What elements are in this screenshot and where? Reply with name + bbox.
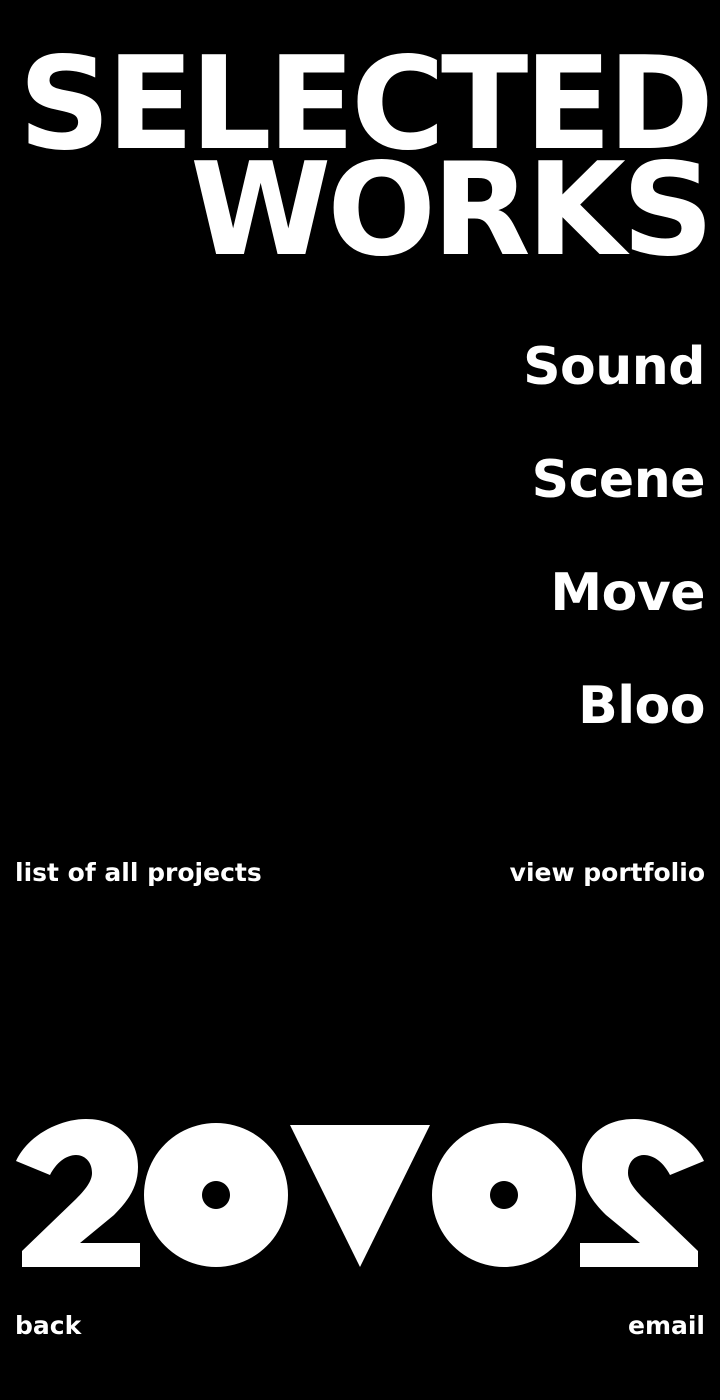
project-link-bloo[interactable]: Bloo (523, 675, 705, 788)
project-link-move[interactable]: Move (523, 562, 705, 675)
logo-icon (16, 1119, 704, 1267)
project-list: Sound Scene Move Bloo (523, 336, 705, 788)
view-portfolio-link[interactable]: view portfolio (510, 858, 705, 888)
email-link[interactable]: email (628, 1311, 705, 1341)
page-title: SELECTED WORKS (18, 41, 714, 275)
logo-glyph-2-right (580, 1119, 704, 1267)
logo-glyph-2-left (16, 1119, 140, 1267)
logo-glyph-o-left (143, 1123, 288, 1267)
logo-glyph-v (290, 1125, 430, 1267)
back-link[interactable]: back (15, 1311, 81, 1341)
all-projects-link[interactable]: list of all projects (15, 858, 262, 888)
project-link-scene[interactable]: Scene (523, 449, 706, 562)
project-link-sound[interactable]: Sound (523, 336, 705, 449)
logo-glyph-o-right (431, 1123, 576, 1267)
